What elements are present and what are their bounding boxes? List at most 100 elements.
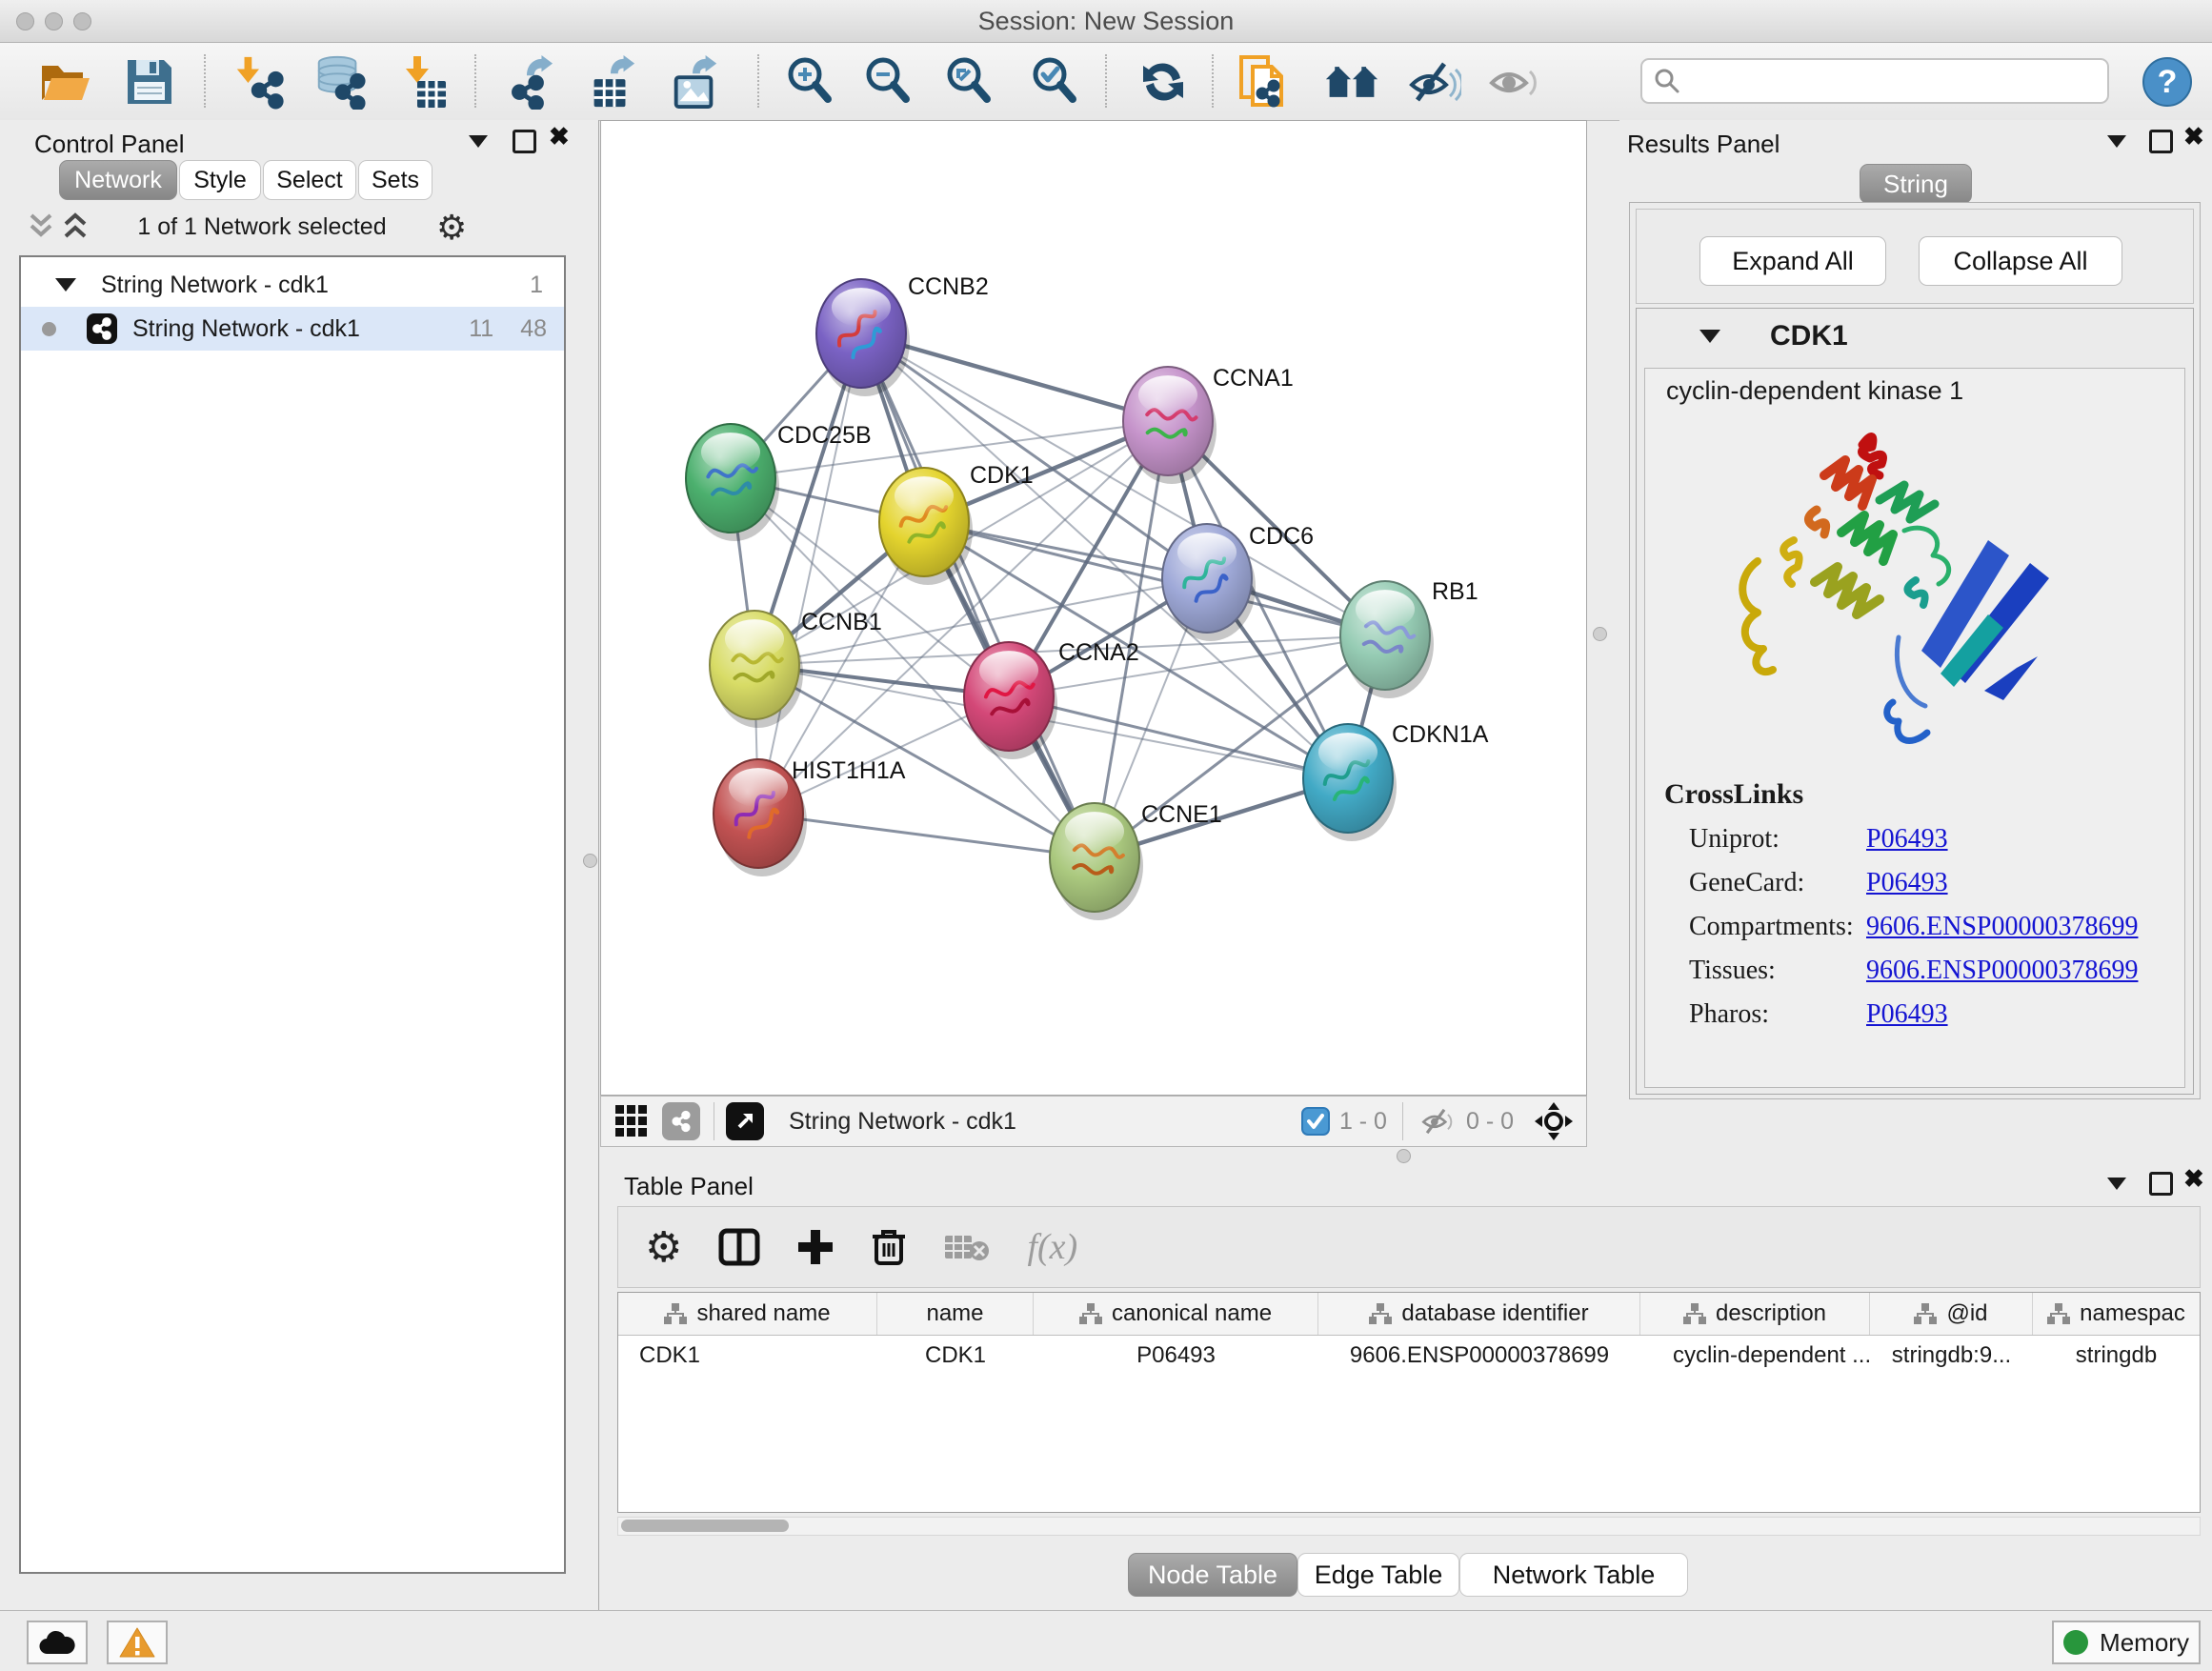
- crosslink-uniprot[interactable]: P06493: [1866, 824, 1948, 855]
- table-panel-close-icon[interactable]: ✖: [2183, 1170, 2204, 1188]
- tab-network-table[interactable]: Network Table: [1459, 1553, 1688, 1597]
- add-row-icon[interactable]: [796, 1228, 835, 1266]
- results-panel-menu-icon[interactable]: [2107, 135, 2126, 148]
- warning-button[interactable]: [107, 1621, 168, 1664]
- collapse-all-button[interactable]: Collapse All: [1919, 236, 2122, 286]
- entry-caret-icon[interactable]: [1699, 330, 1720, 348]
- open-in-new-window-icon[interactable]: [726, 1102, 764, 1140]
- scrollbar-thumb[interactable]: [621, 1520, 789, 1532]
- bottom-splitter-grip[interactable]: [1397, 1149, 1411, 1163]
- zoom-out-icon[interactable]: [861, 54, 916, 110]
- export-table-icon[interactable]: [583, 54, 638, 110]
- results-panel-float-icon[interactable]: [2149, 130, 2173, 153]
- table-horizontal-scrollbar[interactable]: [617, 1517, 2201, 1536]
- network-node-rb1[interactable]: [1340, 581, 1434, 698]
- export-network-icon[interactable]: [499, 54, 554, 110]
- tab-edge-table[interactable]: Edge Table: [1297, 1553, 1459, 1597]
- crosslink-pharos[interactable]: P06493: [1866, 999, 1948, 1030]
- table-gear-icon[interactable]: ⚙: [645, 1223, 682, 1272]
- network-node-cdc6[interactable]: [1162, 524, 1256, 641]
- open-session-icon[interactable]: [38, 54, 93, 110]
- network-node-ccna2[interactable]: [964, 642, 1057, 759]
- cell-id[interactable]: stringdb:9...: [1870, 1342, 2033, 1369]
- table-panel-menu-icon[interactable]: [2107, 1178, 2126, 1190]
- column-description[interactable]: description: [1640, 1293, 1870, 1335]
- refresh-view-icon[interactable]: [1136, 54, 1191, 110]
- hidden-eye-icon[interactable]: [1418, 1106, 1457, 1137]
- tab-style[interactable]: Style: [179, 160, 261, 200]
- expand-all-button[interactable]: Expand All: [1699, 236, 1886, 286]
- crosslink-compartments[interactable]: 9606.ENSP00000378699: [1866, 912, 2138, 942]
- cell-namespace[interactable]: stringdb: [2033, 1342, 2200, 1369]
- delete-row-icon[interactable]: [871, 1227, 907, 1267]
- network-node-ccnb1[interactable]: [710, 611, 803, 728]
- export-image-icon[interactable]: [667, 54, 722, 110]
- collapse-all-networks-icon[interactable]: [59, 211, 91, 242]
- network-view-canvas[interactable]: CCNB2CCNA1CDC25BCDK1CDC6RB1CCNB1CCNA2CDK…: [600, 120, 1587, 1096]
- table-row[interactable]: CDK1 CDK1 P06493 9606.ENSP00000378699 cy…: [618, 1336, 2200, 1376]
- network-row-selected[interactable]: String Network - cdk1 11 48: [21, 307, 564, 351]
- toolbar-search[interactable]: [1640, 58, 2109, 104]
- network-node-cdk1[interactable]: [879, 468, 973, 585]
- crosslink-tissues[interactable]: 9606.ENSP00000378699: [1866, 956, 2138, 986]
- zoom-in-icon[interactable]: [783, 54, 838, 110]
- control-panel-close-icon[interactable]: ✖: [549, 128, 570, 146]
- entry-name[interactable]: CDK1: [1770, 320, 1848, 352]
- tab-sets[interactable]: Sets: [358, 160, 432, 200]
- network-node-ccnb2[interactable]: [816, 279, 910, 396]
- import-network-file-icon[interactable]: [231, 54, 287, 110]
- selected-checkbox-icon[interactable]: [1301, 1107, 1330, 1136]
- share-network-icon[interactable]: [662, 1102, 700, 1140]
- table-panel-float-icon[interactable]: [2149, 1172, 2173, 1196]
- left-splitter-grip[interactable]: [583, 854, 597, 868]
- show-columns-icon[interactable]: [718, 1228, 760, 1266]
- import-table-icon[interactable]: [394, 54, 450, 110]
- control-panel-menu-icon[interactable]: [469, 135, 488, 148]
- control-panel-float-icon[interactable]: [513, 130, 536, 153]
- network-collection-row[interactable]: String Network - cdk1 1: [21, 263, 564, 307]
- hide-selection-icon[interactable]: [1406, 54, 1461, 110]
- cell-description[interactable]: cyclin-dependent ...: [1640, 1342, 1870, 1369]
- birds-eye-view-icon[interactable]: [1535, 1102, 1573, 1140]
- cell-database-identifier[interactable]: 9606.ENSP00000378699: [1318, 1342, 1640, 1369]
- tab-node-table[interactable]: Node Table: [1128, 1553, 1297, 1597]
- grid-icon[interactable]: [613, 1102, 651, 1140]
- network-node-ccna1[interactable]: [1123, 367, 1217, 484]
- show-all-icon[interactable]: [1486, 54, 1541, 110]
- results-panel-close-icon[interactable]: ✖: [2183, 128, 2204, 146]
- help-icon[interactable]: ?: [2140, 54, 2195, 110]
- new-network-from-selection-icon[interactable]: [1236, 54, 1291, 110]
- column-id[interactable]: @id: [1870, 1293, 2033, 1335]
- tab-string[interactable]: String: [1860, 164, 1972, 204]
- crosslinks-section: CrossLinks Uniprot: P06493 GeneCard: P06…: [1664, 778, 2138, 1030]
- network-edge[interactable]: [758, 814, 1095, 857]
- crosslink-label: Pharos:: [1664, 999, 1866, 1030]
- column-canonical-name[interactable]: canonical name: [1034, 1293, 1318, 1335]
- tab-select[interactable]: Select: [263, 160, 356, 200]
- column-database-identifier[interactable]: database identifier: [1318, 1293, 1640, 1335]
- column-namespace[interactable]: namespac: [2033, 1293, 2200, 1335]
- string-network-icon: [87, 313, 117, 344]
- cell-canonical-name[interactable]: P06493: [1034, 1342, 1318, 1369]
- first-neighbors-icon[interactable]: [1324, 54, 1379, 110]
- column-name[interactable]: name: [877, 1293, 1034, 1335]
- cell-shared-name[interactable]: CDK1: [618, 1342, 877, 1369]
- memory-button[interactable]: Memory: [2052, 1621, 2201, 1664]
- zoom-fit-icon[interactable]: [942, 54, 997, 110]
- tab-network[interactable]: Network: [59, 160, 177, 200]
- network-edge[interactable]: [758, 333, 861, 814]
- collection-caret-icon[interactable]: [55, 278, 76, 292]
- network-node-ccne1[interactable]: [1050, 803, 1143, 920]
- import-network-database-icon[interactable]: [312, 54, 367, 110]
- search-input[interactable]: [1680, 67, 2107, 95]
- save-session-icon[interactable]: [122, 54, 177, 110]
- cell-name[interactable]: CDK1: [877, 1342, 1034, 1369]
- network-node-cdkn1a[interactable]: [1303, 724, 1397, 841]
- zoom-selected-icon[interactable]: [1028, 54, 1083, 110]
- column-shared-name[interactable]: shared name: [618, 1293, 877, 1335]
- expand-all-networks-icon[interactable]: [25, 211, 57, 242]
- crosslink-genecard[interactable]: P06493: [1866, 868, 1948, 898]
- right-splitter-grip[interactable]: [1593, 627, 1607, 641]
- cloud-button[interactable]: [27, 1621, 88, 1664]
- network-options-gear-icon[interactable]: ⚙: [436, 208, 467, 248]
